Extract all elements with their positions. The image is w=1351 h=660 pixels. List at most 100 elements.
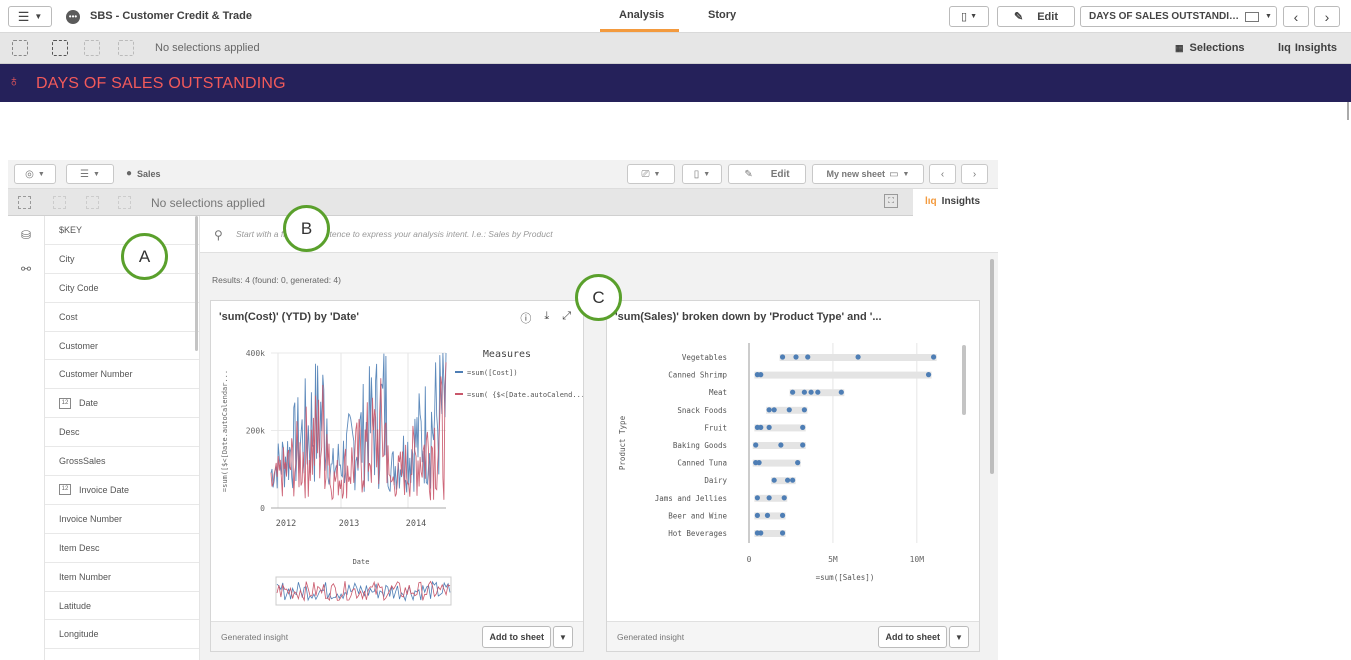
embedded-prev-button[interactable]: ‹ — [929, 164, 956, 184]
embedded-bookmark-button[interactable]: ▯ ▼ — [682, 164, 722, 184]
field-item[interactable]: Longitude — [45, 620, 199, 650]
embedded-sheet-selector[interactable]: My new sheet ▭ ▼ — [812, 164, 924, 184]
step-forward-icon[interactable] — [86, 196, 99, 209]
x-tick-label: 2012 — [276, 519, 296, 529]
field-label: Date — [79, 398, 99, 409]
selections-status: No selections applied — [155, 42, 260, 54]
add-to-sheet-button[interactable]: Add to sheet — [482, 626, 551, 648]
card-actions: ⓘ ⤓ ⤢ — [520, 310, 571, 326]
tab-analysis[interactable]: Analysis — [619, 9, 664, 21]
field-item[interactable]: Latitude — [45, 592, 199, 621]
step-back-icon[interactable] — [53, 196, 66, 209]
results-scrollbar[interactable] — [990, 259, 994, 474]
data-point — [754, 512, 760, 518]
field-item[interactable]: Customer — [45, 332, 199, 361]
navigation-menu-button[interactable]: ☰ ▼ — [8, 6, 52, 27]
x-axis-label: Date — [353, 558, 370, 566]
calendar-icon: 12 — [59, 484, 71, 496]
embedded-edit-button[interactable]: ✎ Edit — [728, 164, 806, 184]
add-to-sheet-button[interactable]: Add to sheet — [878, 626, 947, 648]
y-axis-label: Product Type — [618, 415, 627, 470]
step-back-icon[interactable] — [52, 40, 68, 56]
embedded-list-button[interactable]: ☰ ▼ — [66, 164, 114, 184]
field-item[interactable]: Item Desc — [45, 534, 199, 563]
card-title: 'sum(Sales)' broken down by 'Product Typ… — [615, 311, 882, 323]
category-label: Snack Foods — [677, 406, 727, 415]
field-item[interactable]: GrossSales — [45, 447, 199, 477]
clear-selections-icon[interactable] — [118, 196, 131, 209]
chevron-down-icon: ▼ — [93, 170, 100, 178]
database-icon[interactable]: ⛁ — [19, 228, 33, 242]
category-label: Hot Beverages — [668, 529, 727, 538]
embedded-app-name: ● Sales — [126, 168, 161, 179]
add-to-sheet-menu-button[interactable]: ▼ — [553, 626, 573, 648]
field-item[interactable]: $KEY — [45, 216, 199, 245]
insights-button[interactable]: lıq Insights — [1278, 42, 1337, 54]
next-sheet-button[interactable]: › — [1314, 6, 1340, 27]
fullscreen-icon[interactable]: ⤢ — [562, 310, 571, 326]
chevron-right-icon: › — [1324, 8, 1330, 25]
data-point — [790, 477, 796, 483]
data-point — [815, 389, 821, 395]
selections-button[interactable]: ▦ Selections — [1175, 42, 1245, 54]
line-chart: 400k 200k 0 =sum([$<[Date.autoCalendar... 20… — [221, 349, 583, 606]
data-point — [766, 407, 772, 413]
chevron-down-icon: ▼ — [703, 170, 711, 178]
y-tick-label: 0 — [260, 504, 265, 513]
field-list: $KEY City City Code Cost Customer Customer Nu… — [45, 216, 200, 660]
clear-selections-icon[interactable] — [118, 40, 134, 56]
edit-button[interactable]: ✎ Edit — [997, 6, 1075, 27]
embedded-next-button[interactable]: › — [961, 164, 988, 184]
field-item[interactable]: Item Number — [45, 563, 199, 592]
pencil-icon: ✎ — [744, 168, 753, 180]
smart-search-icon[interactable] — [12, 40, 28, 56]
field-item[interactable]: City Code — [45, 274, 199, 303]
embedded-sheet-name: My new sheet — [826, 169, 886, 179]
y-tick-label: 400k — [246, 349, 265, 358]
data-point — [753, 442, 759, 448]
data-point — [931, 354, 937, 360]
data-point — [808, 389, 814, 395]
embedded-insights-label: Insights — [941, 196, 981, 207]
field-item[interactable]: 12 Invoice Date — [45, 476, 199, 505]
smart-search-icon[interactable] — [18, 196, 31, 209]
info-icon[interactable]: ⓘ — [520, 310, 531, 326]
tab-story[interactable]: Story — [708, 9, 736, 21]
embedded-screenshot: ◎ ▼ ☰ ▼ ● Sales ⎚ ▼ ▯ ▼ ✎ Edit My new sheet ▭ ▼ … — [8, 160, 998, 660]
step-forward-icon[interactable] — [84, 40, 100, 56]
sheet-selector[interactable]: DAYS OF SALES OUTSTANDI… ▼ — [1080, 6, 1277, 27]
sheet-thumbnail-icon: ▭ — [889, 168, 899, 180]
expand-icon[interactable]: ⛶ — [884, 194, 898, 208]
insight-card-line: 'sum(Cost)' (YTD) by 'Date' ⓘ ⤓ ⤢ 400k 20… — [210, 300, 584, 652]
x-tick-label: 5M — [828, 555, 838, 564]
embedded-present-button[interactable]: ⎚ ▼ — [627, 164, 675, 184]
category-label: Jams and Jellies — [655, 494, 727, 503]
field-item[interactable]: 12 Date — [45, 389, 199, 419]
chevron-down-icon: ▼ — [34, 12, 43, 21]
previous-sheet-button[interactable]: ‹ — [1283, 6, 1309, 27]
download-icon[interactable]: ⤓ — [544, 310, 549, 326]
search-icon: ⚲ — [214, 228, 223, 242]
chevron-down-icon: ▼ — [955, 632, 963, 642]
link-icon[interactable]: ⚯ — [19, 262, 33, 276]
field-item[interactable]: Desc — [45, 418, 199, 448]
x-tick-label: 0 — [747, 555, 752, 564]
field-item[interactable]: Cost — [45, 303, 199, 332]
sheet-title: DAYS OF SALES OUTSTANDING — [36, 75, 286, 92]
embedded-insights-tab[interactable]: lıq Insights — [913, 189, 998, 216]
bookmark-button[interactable]: ▯ ▼ — [949, 6, 989, 27]
embedded-nav-button[interactable]: ◎ ▼ — [14, 164, 56, 184]
sheet-name: DAYS OF SALES OUTSTANDI… — [1089, 11, 1240, 22]
embedded-toolbar: ◎ ▼ ☰ ▼ ● Sales ⎚ ▼ ▯ ▼ ✎ Edit My new sheet ▭ ▼ … — [8, 160, 998, 189]
page-scrollbar[interactable] — [1347, 102, 1349, 120]
data-point — [855, 354, 861, 360]
field-item[interactable]: Customer Number — [45, 360, 199, 390]
callout-b: B — [283, 205, 330, 252]
add-to-sheet-menu-button[interactable]: ▼ — [949, 626, 969, 648]
field-item[interactable]: Invoice Number — [45, 505, 199, 534]
field-list-scrollbar[interactable] — [195, 216, 198, 351]
bookmark-icon: ▯ — [693, 168, 700, 180]
field-label: Cost — [59, 311, 78, 322]
category-label: Vegetables — [682, 353, 727, 362]
selections-grid-icon: ▦ — [1175, 43, 1184, 53]
